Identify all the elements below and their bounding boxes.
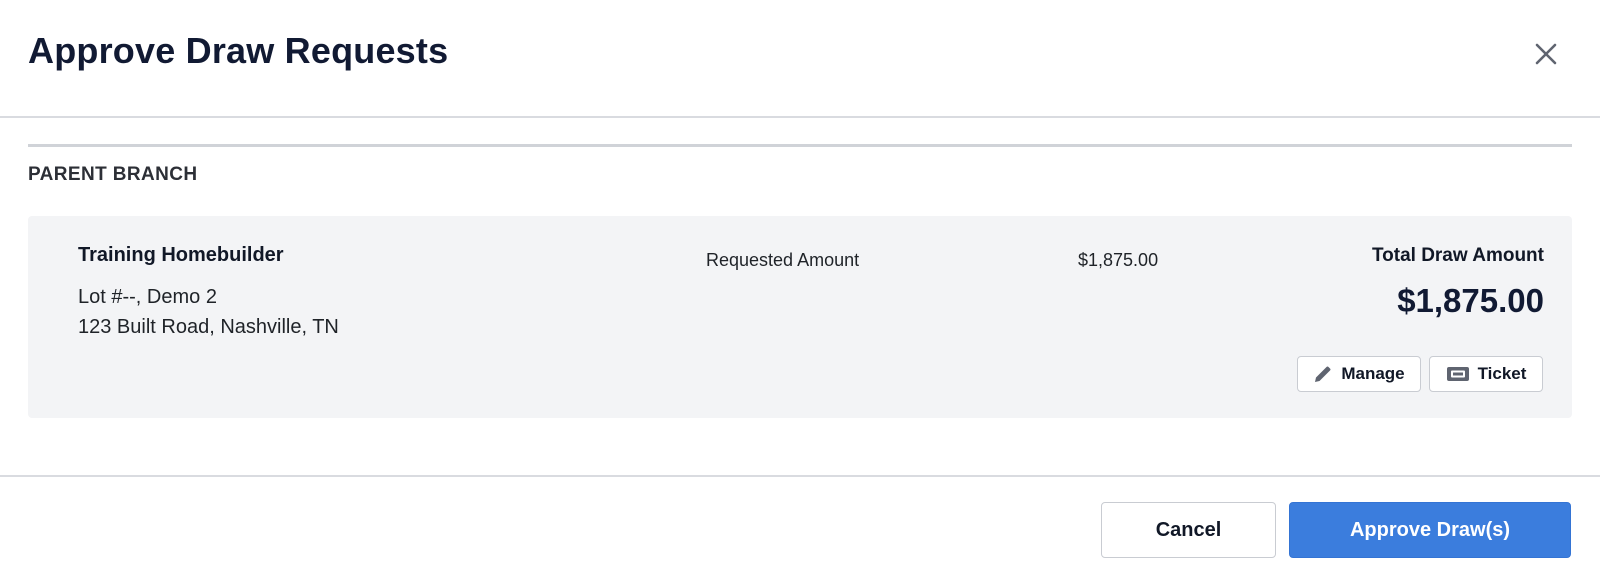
total-draw-amount-label: Total Draw Amount (1371, 245, 1544, 266)
total-draw-amount-value: $1,875.00 (1397, 282, 1544, 319)
close-button[interactable] (1530, 38, 1562, 70)
approve-draw-requests-modal: Approve Draw Requests PARENT BRANCH Trai… (0, 0, 1600, 577)
manage-button-label: Manage (1341, 364, 1405, 383)
ticket-button[interactable]: Ticket (1429, 356, 1543, 392)
ticket-button-label: Ticket (1477, 364, 1527, 383)
section-label: PARENT BRANCH (28, 164, 198, 185)
manage-button[interactable]: Manage (1297, 356, 1421, 392)
modal-title: Approve Draw Requests (28, 30, 449, 71)
modal-header: Approve Draw Requests (0, 0, 1600, 118)
address: 123 Built Road, Nashville, TN (78, 316, 339, 338)
footer-divider (0, 475, 1600, 477)
builder-name: Training Homebuilder (78, 244, 284, 266)
draw-request-card: Training Homebuilder Lot #--, Demo 2 123… (28, 216, 1572, 418)
requested-amount-label: Requested Amount (706, 250, 860, 270)
section-divider (28, 144, 1572, 147)
cancel-button[interactable]: Cancel (1101, 502, 1276, 558)
requested-amount-value: $1,875.00 (1078, 250, 1159, 270)
close-icon (1535, 43, 1557, 65)
approve-draws-button[interactable]: Approve Draw(s) (1289, 502, 1571, 558)
pencil-icon (1315, 366, 1331, 382)
lot-info: Lot #--, Demo 2 (78, 286, 217, 308)
ticket-icon (1446, 367, 1469, 381)
